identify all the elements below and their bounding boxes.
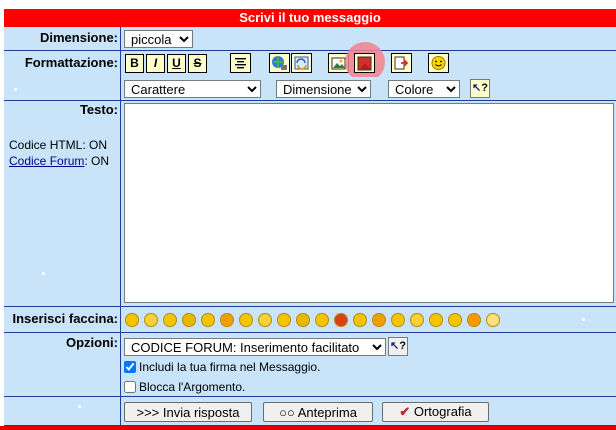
message-textarea[interactable] xyxy=(124,103,614,303)
decor-sparkle xyxy=(42,272,45,275)
smiley-11-icon[interactable] xyxy=(315,313,329,327)
smiley-13-icon[interactable] xyxy=(353,313,367,327)
form-title: Scrivi il tuo messaggio xyxy=(4,9,616,27)
smiley-16-icon[interactable] xyxy=(410,313,424,327)
size-label: Dimensione: xyxy=(4,27,120,51)
size-select[interactable]: piccola xyxy=(124,30,193,48)
flash-icon xyxy=(357,56,372,71)
smilies-label: Inserisci faccina: xyxy=(4,307,120,333)
align-center-icon xyxy=(235,58,246,69)
italic-button[interactable]: I xyxy=(146,54,165,73)
options-cell: CODICE FORUM: Inserimento facilitato ↖? … xyxy=(121,333,616,397)
insert-image-link-button[interactable] xyxy=(291,53,312,73)
smiley-12-icon[interactable] xyxy=(334,313,348,327)
forum-code-status: Codice Forum: ON xyxy=(9,154,110,168)
spellcheck-icon: ✔ xyxy=(399,404,411,419)
smiley-15-icon[interactable] xyxy=(391,313,405,327)
lock-option[interactable]: Blocca l'Argomento. xyxy=(124,380,245,394)
underline-button[interactable]: U xyxy=(167,54,186,73)
decor-sparkle xyxy=(78,405,81,408)
text-label-cell: Testo: xyxy=(4,101,120,307)
smiley-6-icon[interactable] xyxy=(220,313,234,327)
smiley-17-icon[interactable] xyxy=(429,313,443,327)
post-mode-select[interactable]: CODICE FORUM: Inserimento facilitato xyxy=(124,338,386,356)
center-align-button[interactable] xyxy=(230,53,251,73)
arrow-help-icon: ↖ xyxy=(390,340,400,352)
signature-option[interactable]: Includi la tua firma nel Messaggio. xyxy=(124,360,320,374)
glasses-icon: ○○ xyxy=(279,404,295,420)
insert-smiley-button[interactable] xyxy=(428,53,449,73)
format-selects: Carattere Dimensione Colore ↖? xyxy=(121,77,616,101)
strike-button[interactable]: S xyxy=(188,54,207,73)
globe-link-icon xyxy=(272,56,287,70)
lock-checkbox[interactable] xyxy=(124,381,136,393)
arrow-help-icon: ↖ xyxy=(472,82,482,94)
smiley-2-icon[interactable] xyxy=(144,313,158,327)
insert-flash-button[interactable] xyxy=(354,53,375,73)
smiley-9-icon[interactable] xyxy=(277,313,291,327)
html-code-status: Codice HTML: ON xyxy=(9,138,108,152)
forum-code-link[interactable]: Codice Forum xyxy=(9,154,84,168)
send-reply-button[interactable]: >>> Invia risposta xyxy=(124,402,252,422)
decor-sparkle xyxy=(582,318,585,321)
reply-form: Scrivi il tuo messaggio Dimensione: picc… xyxy=(0,0,616,430)
options-label: Opzioni: xyxy=(4,333,120,397)
format-label: Formattazione: xyxy=(4,51,120,77)
footer-bar xyxy=(0,426,616,430)
font-select[interactable]: Carattere xyxy=(124,80,261,98)
smiley-5-icon[interactable] xyxy=(201,313,215,327)
smiley-7-icon[interactable] xyxy=(239,313,253,327)
format-label-filler xyxy=(4,77,120,101)
smiley-20-icon[interactable] xyxy=(486,313,500,327)
smiley-3-icon[interactable] xyxy=(163,313,177,327)
smiley-8-icon[interactable] xyxy=(258,313,272,327)
smiley-10-icon[interactable] xyxy=(296,313,310,327)
smiley-4-icon[interactable] xyxy=(182,313,196,327)
insert-quote-button[interactable] xyxy=(391,53,412,73)
color-select[interactable]: Colore xyxy=(388,80,460,98)
smiley-icon xyxy=(431,56,446,70)
smiley-1-icon[interactable] xyxy=(125,313,139,327)
format-toolbar: B I U S xyxy=(121,42,616,82)
text-label: Testo: xyxy=(79,102,118,117)
font-size-select[interactable]: Dimensione xyxy=(276,80,371,98)
refresh-image-icon xyxy=(294,56,309,70)
options-help-button[interactable]: ↖? xyxy=(388,337,408,356)
bold-button[interactable]: B xyxy=(125,54,144,73)
preview-button[interactable]: ○○ Anteprima xyxy=(263,402,373,422)
smiley-14-icon[interactable] xyxy=(372,313,386,327)
insert-link-button[interactable] xyxy=(269,53,290,73)
smiley-19-icon[interactable] xyxy=(467,313,481,327)
quote-arrow-icon xyxy=(394,56,409,70)
spellcheck-button[interactable]: ✔ Ortografia xyxy=(382,402,489,422)
decor-sparkle xyxy=(14,88,17,91)
format-help-button[interactable]: ↖? xyxy=(470,79,490,98)
signature-checkbox[interactable] xyxy=(124,361,136,373)
actions-label-filler xyxy=(4,397,120,426)
smiley-18-icon[interactable] xyxy=(448,313,462,327)
